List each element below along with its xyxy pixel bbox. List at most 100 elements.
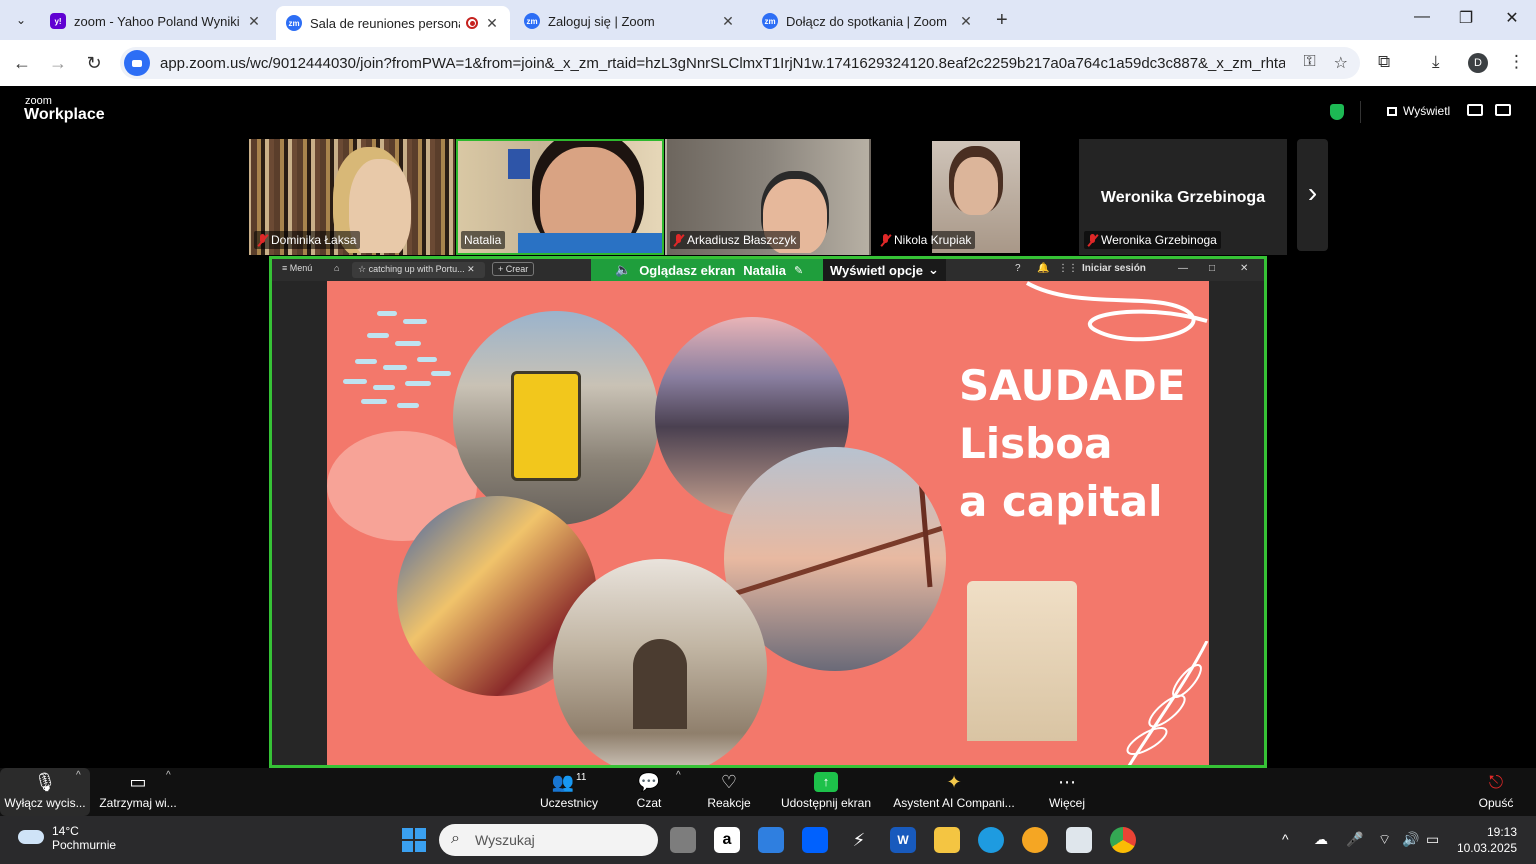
video-label: Zatrzymaj wi... (99, 796, 177, 810)
profile-avatar[interactable]: D (1468, 53, 1488, 73)
participant-tile-speaking[interactable]: Natalia (456, 139, 664, 255)
participant-shirt (518, 233, 662, 253)
picture-in-picture-icon[interactable] (1467, 104, 1483, 116)
decor-squiggle (1026, 281, 1208, 342)
chat-options-caret-icon[interactable]: ^ (676, 770, 681, 781)
tray-chevron-up-icon[interactable]: ^ (1282, 831, 1289, 847)
dropbox-icon[interactable] (802, 827, 828, 853)
slide-title-line1: SAUDADE (959, 361, 1186, 410)
participant-name-tag: Natalia (461, 231, 506, 249)
reactions-button[interactable]: ♡ Reakcje (702, 768, 756, 816)
participants-button[interactable]: 👥 11 Uczestnicy (536, 768, 602, 816)
more-button[interactable]: ⋯ Więcej (1044, 768, 1090, 816)
decor-dash (431, 371, 451, 376)
tab-sala-de-reuniones[interactable]: zm Sala de reuniones personale ✕ (276, 6, 510, 40)
close-icon[interactable]: ✕ (484, 15, 500, 32)
taskbar-search-input[interactable]: ⌕ Wyszukaj (439, 824, 658, 856)
participant-tile[interactable]: Arkadiusz Błaszczyk (665, 139, 871, 255)
mic-tray-icon[interactable]: 🎤 (1346, 831, 1363, 848)
video-options-caret-icon[interactable]: ^ (166, 770, 171, 781)
share-screen-button[interactable]: ↑ Udostępnij ekran (778, 768, 874, 816)
participant-tile-no-video[interactable]: Weronika Grzebinoga Weronika Grzebinoga (1079, 139, 1287, 255)
chat-label: Czat (636, 796, 662, 810)
shared-screen[interactable]: ≡ Menú ⌂ ☆ catching up with Portu... ✕ +… (269, 256, 1267, 768)
participants-icon: 👥 11 (551, 771, 587, 792)
tab-dolacz[interactable]: zm Dołącz do spotkania | Zoom ✕ (752, 6, 984, 36)
view-options-button[interactable]: Wyświetl opcje ⌄ (823, 259, 946, 281)
slide-title-line2: Lisboa (959, 419, 1113, 468)
system-clock[interactable]: 19:13 10.03.2025 (1455, 824, 1517, 856)
tab-yahoo[interactable]: y! zoom - Yahoo Poland Wyniki w ✕ (40, 6, 272, 36)
reload-button[interactable]: ↻ (82, 51, 106, 75)
forward-button[interactable]: → (46, 51, 70, 75)
close-window-button[interactable]: ✕ (1492, 8, 1532, 28)
windows-start-icon[interactable] (402, 828, 426, 852)
shared-browser-bar: ≡ Menú ⌂ ☆ catching up with Portu... ✕ +… (272, 259, 1264, 281)
extensions-icon[interactable]: ⧉ (1378, 52, 1390, 72)
shared-maximize-icon: □ (1209, 263, 1216, 274)
decor-dash (377, 311, 397, 316)
grid-icon (1387, 106, 1397, 116)
decor-dash (403, 319, 427, 324)
url-text[interactable]: app.zoom.us/wc/9012444030/join?fromPWA=1… (160, 55, 1285, 72)
view-button[interactable]: Wyświetl (1387, 104, 1450, 118)
decor-leaf (1126, 641, 1209, 765)
weather-widget[interactable]: 14°C Pochmurnie (18, 824, 116, 852)
shared-new-button: + Crear (492, 262, 535, 276)
back-button[interactable]: ← (10, 51, 34, 75)
presenter-name: Natalia (743, 262, 786, 278)
close-icon[interactable]: ✕ (246, 13, 262, 30)
speaker-icon: 🔈 (615, 262, 632, 277)
participant-tile[interactable]: Dominika Łaksa (249, 139, 455, 255)
onedrive-icon[interactable]: ☁ (1314, 831, 1328, 848)
chevron-down-icon: ⌄ (927, 262, 939, 277)
decor-dash (361, 399, 387, 404)
decor-dash (417, 357, 437, 362)
cloud-icon (18, 830, 44, 844)
task-view-icon[interactable] (670, 827, 696, 853)
store-icon[interactable] (758, 827, 784, 853)
chat-icon: 💬 (637, 771, 661, 792)
bookmark-star-icon[interactable]: ☆ (1334, 53, 1348, 73)
participant-tile[interactable]: Nikola Krupiak (872, 139, 1078, 255)
chrome-icon[interactable] (1110, 827, 1136, 853)
more-dots-icon: ⋯ (1058, 771, 1076, 792)
zoom-icon: zm (524, 13, 540, 29)
menu-kebab-icon[interactable]: ⋮ (1508, 52, 1525, 72)
encryption-shield-icon[interactable] (1330, 104, 1344, 120)
tab-zaloguj[interactable]: zm Zaloguj się | Zoom ✕ (514, 6, 746, 36)
search-placeholder: Wyszukaj (475, 832, 535, 848)
chevron-down-icon: ⌄ (15, 13, 27, 27)
leave-button[interactable]: ⎋ Opuść (1474, 768, 1518, 816)
chat-button[interactable]: 💬 Czat (628, 768, 670, 816)
fullscreen-icon[interactable] (1495, 104, 1511, 116)
decor-dash (395, 341, 421, 346)
volume-icon[interactable]: 🔊 (1402, 831, 1419, 848)
wifi-icon[interactable]: ⌔ (1378, 831, 1391, 849)
heart-icon: ♡ (720, 771, 738, 792)
app-bolt-icon[interactable]: ⚡ (846, 827, 872, 853)
download-icon[interactable]: ⤓ (1432, 52, 1440, 72)
news-icon[interactable] (1066, 827, 1092, 853)
omnibox[interactable]: app.zoom.us/wc/9012444030/join?fromPWA=1… (120, 47, 1360, 79)
word-icon[interactable]: W (890, 827, 916, 853)
file-explorer-icon[interactable] (934, 827, 960, 853)
zoom-pwa-icon[interactable] (124, 50, 150, 76)
next-page-chevron-icon[interactable]: › (1297, 139, 1328, 251)
close-icon[interactable]: ✕ (958, 13, 974, 30)
new-tab-button[interactable]: + (996, 9, 1008, 32)
amazon-icon[interactable]: a (714, 827, 740, 853)
ai-companion-button[interactable]: ✦ Asystent AI Compani... (892, 768, 1016, 816)
minimize-button[interactable]: — (1402, 8, 1442, 26)
mute-options-caret-icon[interactable]: ^ (76, 770, 81, 781)
vpn-icon[interactable] (1022, 827, 1048, 853)
shared-tab: ☆ catching up with Portu... ✕ (352, 262, 485, 278)
edge-icon[interactable] (978, 827, 1004, 853)
battery-icon[interactable]: ▭ (1426, 831, 1439, 848)
close-icon[interactable]: ✕ (720, 13, 736, 30)
tab-search-button[interactable]: ⌄ (6, 5, 36, 35)
arch-photo (553, 559, 767, 765)
mic-muted-icon (1087, 233, 1098, 247)
key-icon[interactable]: ⚿ (1303, 53, 1315, 73)
restore-button[interactable]: ❐ (1446, 8, 1486, 28)
